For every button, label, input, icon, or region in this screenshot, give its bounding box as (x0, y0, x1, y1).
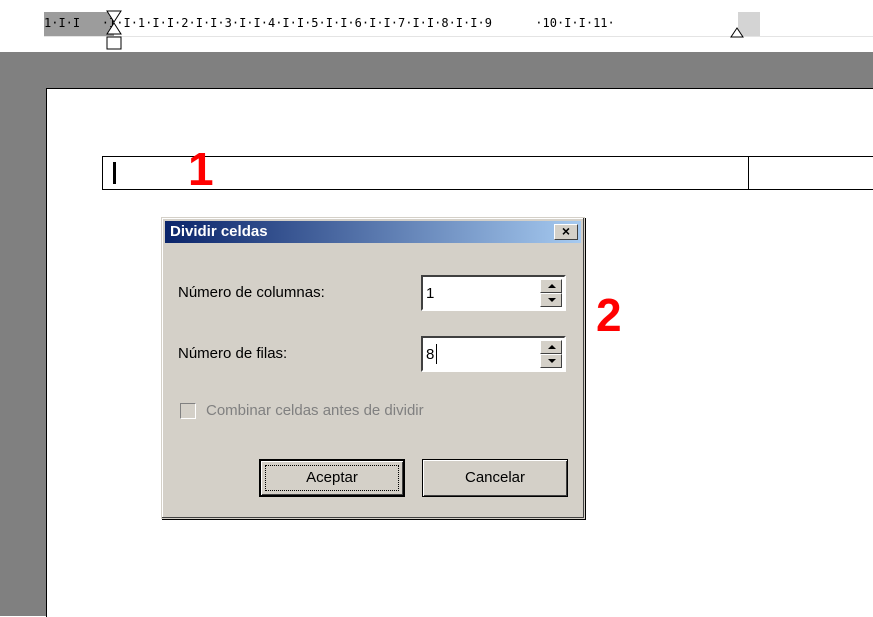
ok-button[interactable]: Aceptar (259, 459, 405, 497)
rows-spinner[interactable]: 8 (421, 336, 566, 372)
columns-spinner[interactable]: 1 (421, 275, 566, 311)
rows-text-cursor (436, 344, 437, 364)
text-cursor (113, 162, 116, 184)
rows-value[interactable]: 8 (426, 346, 434, 364)
down-arrow-icon (548, 298, 556, 302)
rows-increment-button[interactable] (540, 340, 562, 354)
indent-marker-icon[interactable] (106, 10, 122, 52)
up-arrow-icon (548, 345, 556, 349)
close-icon: × (561, 223, 571, 239)
horizontal-ruler[interactable]: 1·I·I ·I·I·1·I·I·2·I·I·3·I·I·4·I·I·5·I·I… (0, 0, 873, 52)
annotation-step-1: 1 (188, 143, 214, 195)
dialog-title: Dividir celdas (170, 223, 268, 240)
annotation-step-2: 2 (596, 289, 622, 341)
table-cell-divider (748, 156, 749, 190)
document-table[interactable] (102, 156, 873, 190)
rows-spin-buttons (540, 340, 562, 368)
columns-value[interactable]: 1 (426, 285, 434, 303)
close-button[interactable]: × (554, 224, 578, 240)
rows-label: Número de filas: (178, 345, 288, 362)
columns-spin-buttons (540, 279, 562, 307)
cancel-button-label: Cancelar (464, 469, 526, 486)
rows-decrement-button[interactable] (540, 354, 562, 368)
split-cells-dialog: Dividir celdas × Número de columnas: 1 N… (161, 217, 585, 519)
columns-increment-button[interactable] (540, 279, 562, 293)
cancel-button[interactable]: Cancelar (422, 459, 568, 497)
columns-label: Número de columnas: (178, 284, 325, 301)
down-arrow-icon (548, 359, 556, 363)
dialog-titlebar[interactable]: Dividir celdas × (165, 221, 581, 243)
combine-cells-label: Combinar celdas antes de dividir (206, 402, 424, 419)
columns-decrement-button[interactable] (540, 293, 562, 307)
combine-cells-checkbox[interactable] (180, 403, 196, 419)
focus-rectangle (265, 465, 399, 491)
up-arrow-icon (548, 284, 556, 288)
right-indent-marker-icon[interactable] (730, 22, 744, 38)
ruler-scale: 1·I·I ·I·I·1·I·I·2·I·I·3·I·I·4·I·I·5·I·I… (44, 16, 615, 30)
